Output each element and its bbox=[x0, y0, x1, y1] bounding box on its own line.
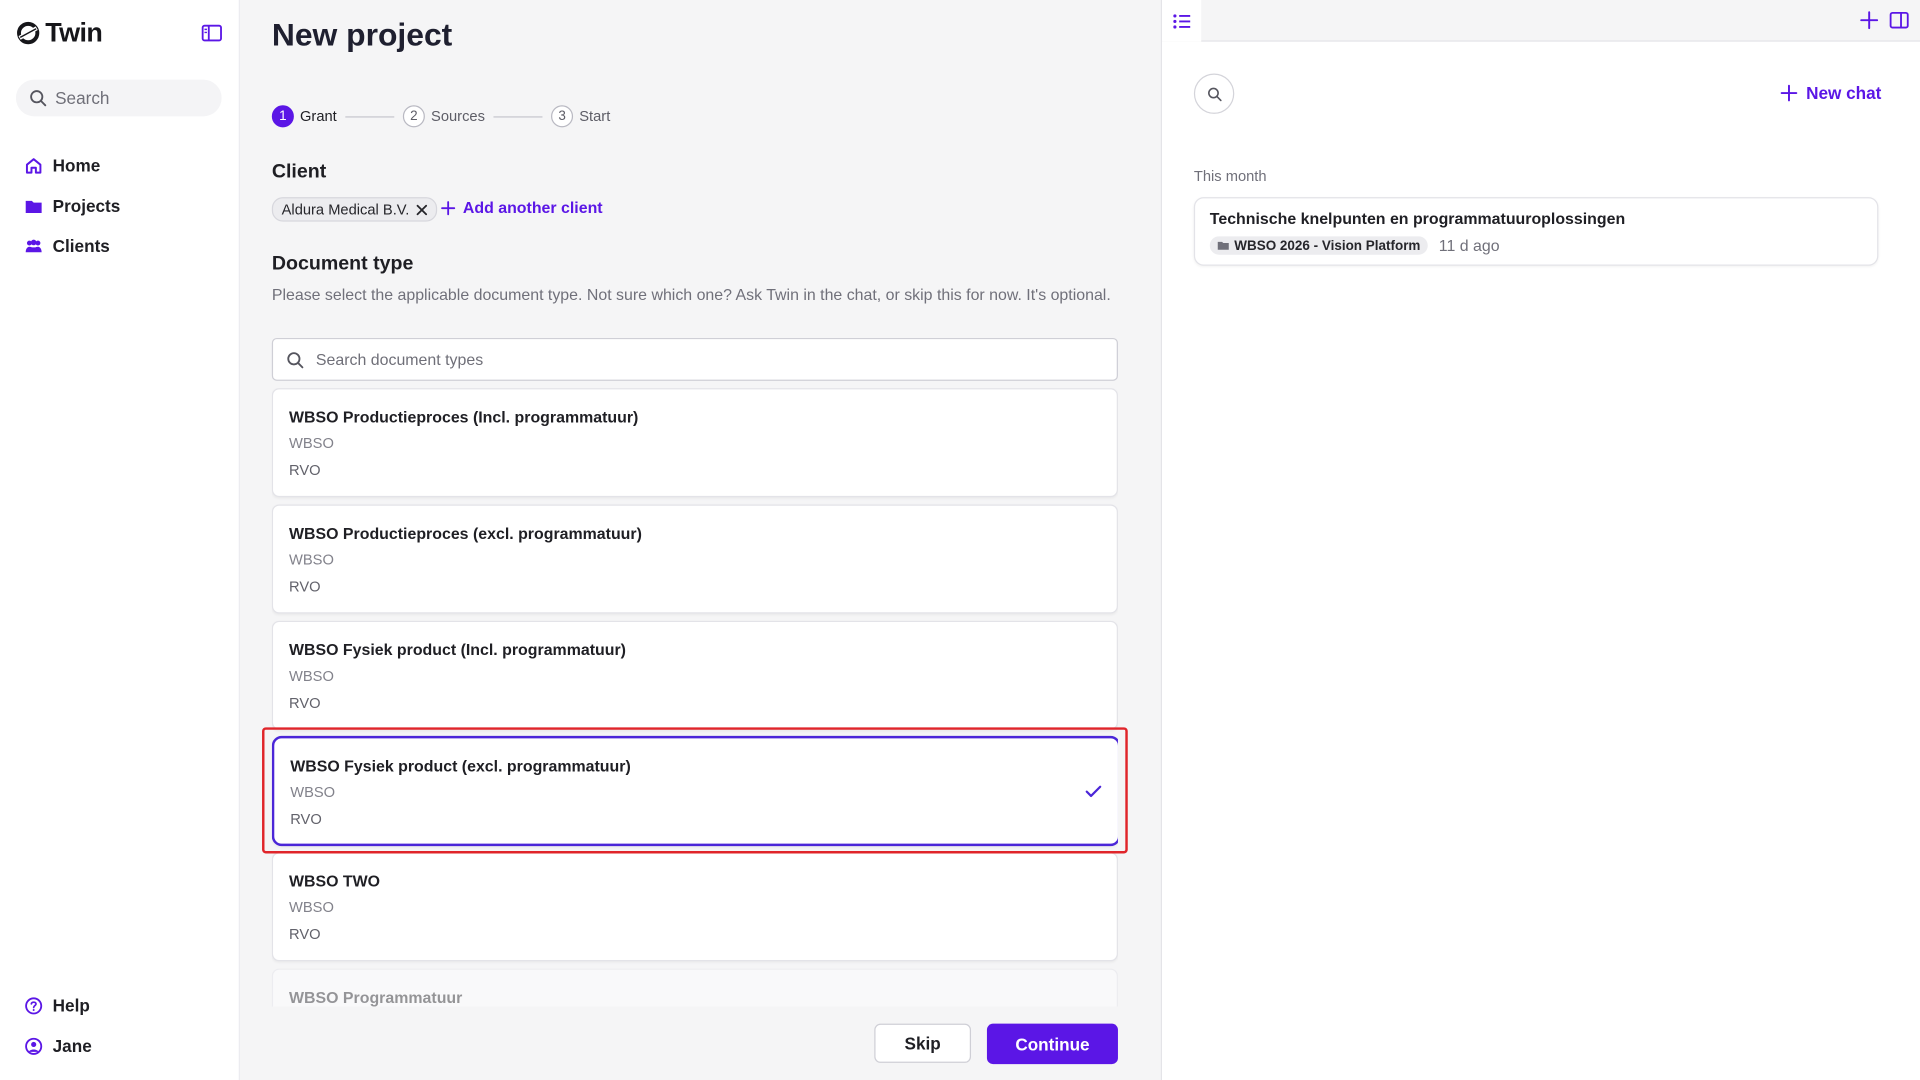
search-icon bbox=[287, 351, 304, 368]
sidebar-item-user[interactable]: Jane bbox=[24, 1035, 92, 1056]
step-number: 2 bbox=[402, 105, 425, 128]
sidebar-search[interactable]: Search bbox=[15, 79, 222, 117]
search-icon bbox=[1207, 87, 1222, 101]
list-icon bbox=[1172, 13, 1190, 28]
step-number: 1 bbox=[271, 105, 294, 128]
doc-type-issuer: RVO bbox=[288, 925, 321, 943]
doc-type-category: WBSO bbox=[288, 434, 334, 452]
chat-item[interactable]: Technische knelpunten en programmatuurop… bbox=[1193, 197, 1879, 266]
doc-type-option[interactable]: WBSO Productieproces (excl. programmatuu… bbox=[271, 504, 1118, 614]
twin-logo-icon bbox=[17, 21, 40, 45]
chat-project-tag: WBSO 2026 - Vision Platform bbox=[1209, 236, 1428, 255]
chat-timestamp: 11 d ago bbox=[1438, 236, 1500, 255]
chat-panel: New chat This month Technische knelpunte… bbox=[1162, 0, 1920, 1080]
app-name: Twin bbox=[45, 17, 103, 48]
new-chat-button[interactable]: New chat bbox=[1780, 83, 1881, 103]
doc-type-category: WBSO bbox=[288, 551, 334, 569]
doc-type-name: WBSO Productieproces (Incl. programmatuu… bbox=[288, 407, 639, 427]
client-chip: Aldura Medical B.V. bbox=[271, 197, 438, 222]
sidebar-toggle-icon bbox=[201, 24, 222, 42]
step-start[interactable]: 3 Start bbox=[551, 105, 611, 128]
doc-type-category: WBSO bbox=[288, 667, 334, 685]
doc-type-name: WBSO Fysiek product (Incl. programmatuur… bbox=[288, 640, 626, 659]
chat-project-label: WBSO 2026 - Vision Platform bbox=[1234, 238, 1421, 253]
doc-type-option[interactable]: WBSO Fysiek product (Incl. programmatuur… bbox=[271, 620, 1118, 730]
doc-type-name: WBSO TWO bbox=[288, 871, 381, 891]
sidebar-item-clients[interactable]: Clients bbox=[24, 236, 110, 256]
folder-icon bbox=[1217, 241, 1229, 250]
doc-type-helper-text: Please select the applicable document ty… bbox=[271, 285, 1111, 304]
help-icon bbox=[25, 996, 43, 1014]
collapse-sidebar-button[interactable] bbox=[201, 23, 223, 43]
step-label: Grant bbox=[300, 107, 337, 125]
skip-button[interactable]: Skip bbox=[874, 1023, 972, 1063]
doc-type-name: WBSO Programmatuur bbox=[288, 988, 463, 1007]
add-client-label: Add another client bbox=[462, 198, 603, 217]
step-connector bbox=[345, 115, 395, 117]
doc-type-section-title: Document type bbox=[271, 253, 414, 275]
sidebar: Twin Search Home Projects Clients Help J… bbox=[0, 0, 241, 1080]
plus-icon bbox=[441, 200, 456, 215]
app-logo[interactable]: Twin bbox=[16, 17, 103, 49]
step-label: Start bbox=[579, 107, 611, 125]
step-label: Sources bbox=[431, 107, 485, 125]
sidebar-item-label: Clients bbox=[52, 236, 110, 256]
doc-type-category: WBSO bbox=[288, 898, 334, 916]
new-project-form: New project 1 Grant 2 Sources 3 Start Cl… bbox=[240, 0, 1163, 1080]
continue-button[interactable]: Continue bbox=[986, 1023, 1118, 1065]
doc-type-issuer: RVO bbox=[288, 694, 321, 712]
close-icon bbox=[416, 204, 428, 215]
doc-type-option[interactable]: WBSO Programmatuur bbox=[271, 968, 1118, 1007]
plus-icon[interactable] bbox=[1860, 11, 1879, 30]
doc-type-name: WBSO Fysiek product (excl. programmatuur… bbox=[290, 756, 631, 776]
sidebar-item-label: Projects bbox=[52, 195, 121, 216]
plus-icon bbox=[1780, 84, 1798, 102]
folder-icon bbox=[25, 200, 42, 213]
doc-type-name: WBSO Productieproces (excl. programmatuu… bbox=[288, 524, 642, 543]
client-section-title: Client bbox=[271, 161, 327, 183]
sidebar-item-projects[interactable]: Projects bbox=[24, 196, 120, 216]
doc-type-category: WBSO bbox=[290, 783, 336, 801]
check-icon bbox=[1085, 785, 1102, 798]
sidebar-item-home[interactable]: Home bbox=[24, 155, 101, 176]
add-client-button[interactable]: Add another client bbox=[441, 198, 603, 217]
sidebar-item-label: Home bbox=[52, 155, 101, 176]
step-sources[interactable]: 2 Sources bbox=[402, 105, 485, 128]
sidebar-item-label: Help bbox=[52, 995, 90, 1016]
doc-type-issuer: RVO bbox=[288, 577, 321, 596]
doc-type-option[interactable]: WBSO Productieproces (Incl. programmatuu… bbox=[271, 388, 1118, 498]
doc-type-option[interactable]: WBSO TWO WBSO RVO bbox=[271, 852, 1118, 962]
step-connector bbox=[493, 115, 543, 117]
doc-type-option-selected[interactable]: WBSO Fysiek product (excl. programmatuur… bbox=[271, 735, 1118, 847]
home-icon bbox=[25, 157, 42, 174]
doc-type-list: WBSO Productieproces (Incl. programmatuu… bbox=[271, 388, 1118, 1007]
step-grant[interactable]: 1 Grant bbox=[271, 105, 337, 128]
panel-layout-icon[interactable] bbox=[1889, 11, 1909, 29]
stepper: 1 Grant 2 Sources 3 Start bbox=[271, 105, 611, 128]
sidebar-item-label: Jane bbox=[52, 1035, 92, 1056]
chat-panel-toolbar bbox=[1162, 0, 1920, 42]
new-chat-label: New chat bbox=[1806, 83, 1882, 103]
chat-search-button[interactable] bbox=[1193, 73, 1235, 114]
search-icon bbox=[30, 90, 47, 107]
doc-type-search bbox=[271, 337, 1118, 381]
client-chip-label: Aldura Medical B.V. bbox=[281, 200, 410, 218]
sidebar-search-label: Search bbox=[55, 88, 110, 108]
page-title: New project bbox=[271, 15, 453, 53]
step-number: 3 bbox=[551, 105, 574, 128]
sidebar-item-help[interactable]: Help bbox=[24, 995, 90, 1016]
doc-type-issuer: RVO bbox=[290, 810, 322, 828]
chat-title: Technische knelpunten en programmatuurop… bbox=[1209, 209, 1626, 228]
chat-list-tab[interactable] bbox=[1162, 0, 1202, 42]
remove-client-button[interactable] bbox=[416, 204, 428, 215]
doc-type-issuer: RVO bbox=[288, 461, 321, 479]
users-icon bbox=[25, 239, 42, 252]
chat-group-label: This month bbox=[1193, 167, 1267, 185]
user-icon bbox=[25, 1037, 43, 1055]
doc-type-search-input[interactable] bbox=[313, 348, 1117, 370]
